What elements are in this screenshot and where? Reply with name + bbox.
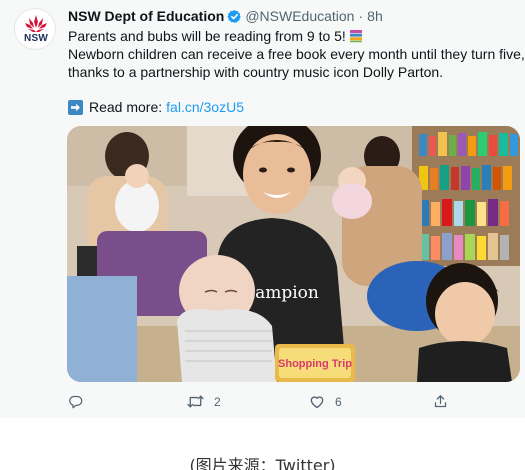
tweet-line-3: thanks to a partnership with country mus… [68, 64, 444, 80]
image-caption: (图片来源：Twitter) [189, 456, 336, 470]
reply-icon [69, 395, 83, 409]
tweet-line-1: Parents and bubs will be reading from 9 … [68, 27, 513, 45]
heart-icon [310, 396, 324, 409]
tweet-header: NSW Dept of Education @NSWEducation · 8h [68, 7, 383, 25]
nsw-logo-avatar[interactable]: NSW [14, 8, 56, 50]
share-icon [434, 395, 447, 408]
like-count: 6 [335, 394, 342, 409]
read-more-link[interactable]: fal.cn/3ozU5 [166, 98, 244, 116]
retweet-icon [187, 395, 204, 408]
read-more: Read more: fal.cn/3ozU5 [68, 98, 244, 116]
separator-dot: · [358, 8, 364, 24]
read-more-label: Read more: [89, 99, 163, 115]
tweet-line-1-text: Parents and bubs will be reading from 9 … [68, 28, 346, 44]
like-button[interactable]: 6 [309, 394, 342, 409]
timestamp[interactable]: 8h [367, 7, 383, 25]
books-emoji-icon [349, 29, 363, 43]
tweet-line-2: Newborn children can receive a free book… [68, 46, 525, 62]
retweet-count: 2 [214, 394, 221, 409]
right-arrow-box-icon [68, 99, 83, 115]
handle[interactable]: @NSWEducation [245, 7, 354, 25]
tweet-photo[interactable]: Champion Shopping Trip [67, 126, 520, 382]
reply-button[interactable] [68, 394, 93, 409]
retweet-button[interactable]: 2 [187, 394, 221, 409]
book-title: Shopping Trip [278, 358, 352, 370]
avatar-text: NSW [24, 33, 48, 44]
verified-badge-icon [227, 9, 242, 24]
action-bar: 2 6 [0, 394, 525, 414]
tweet-card[interactable]: NSW NSW Dept of Education @NSWEducation … [0, 0, 525, 418]
display-name[interactable]: NSW Dept of Education [68, 7, 224, 25]
share-button[interactable] [433, 394, 448, 409]
tweet-text: Parents and bubs will be reading from 9 … [68, 27, 525, 81]
